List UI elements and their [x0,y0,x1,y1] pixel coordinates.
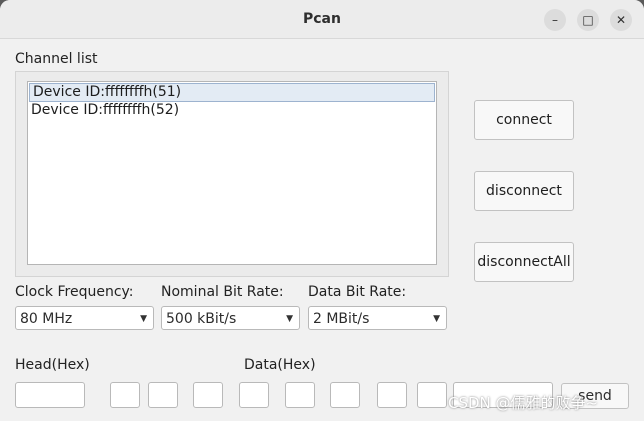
data-byte-input[interactable] [330,382,360,408]
nominal-bit-rate-select[interactable]: 500 kBit/s ▼ [161,306,300,330]
data-byte-input[interactable] [110,382,140,408]
data-bit-rate-label: Data Bit Rate: [308,284,407,300]
data-bit-rate-value: 2 MBit/s [313,311,370,327]
clock-frequency-value: 80 MHz [20,311,73,327]
channel-list[interactable]: Device ID:ffffffffh(51) Device ID:ffffff… [27,81,437,265]
clock-frequency-label: Clock Frequency: [15,284,134,300]
data-byte-input[interactable] [377,382,407,408]
data-byte-input[interactable] [193,382,223,408]
list-item[interactable]: Device ID:ffffffffh(52) [28,102,436,119]
channel-list-label: Channel list [15,51,98,67]
close-icon[interactable]: ✕ [610,9,632,31]
chevron-down-icon: ▼ [140,314,147,324]
data-byte-input[interactable] [239,382,269,408]
title-bar: Pcan – □ ✕ [0,0,644,39]
watermark-text: CSDN @儒雅的败争~ [448,394,599,412]
data-byte-input[interactable] [148,382,178,408]
chevron-down-icon: ▼ [433,314,440,324]
list-item[interactable]: Device ID:ffffffffh(51) [29,83,435,102]
chevron-down-icon: ▼ [286,314,293,324]
disconnect-all-button[interactable]: disconnectAll [474,242,574,282]
nominal-bit-rate-label: Nominal Bit Rate: [161,284,284,300]
connect-button[interactable]: connect [474,100,574,140]
nominal-bit-rate-value: 500 kBit/s [166,311,237,327]
head-hex-label: Head(Hex) [15,357,90,373]
pcan-window: Pcan – □ ✕ Channel list Device ID:ffffff… [0,0,644,421]
data-byte-input[interactable] [285,382,315,408]
data-hex-label: Data(Hex) [244,357,316,373]
minimize-icon[interactable]: – [544,9,566,31]
clock-frequency-select[interactable]: 80 MHz ▼ [15,306,154,330]
head-hex-input[interactable] [15,382,85,408]
data-bit-rate-select[interactable]: 2 MBit/s ▼ [308,306,447,330]
data-byte-input[interactable] [417,382,447,408]
maximize-icon[interactable]: □ [577,9,599,31]
disconnect-button[interactable]: disconnect [474,171,574,211]
